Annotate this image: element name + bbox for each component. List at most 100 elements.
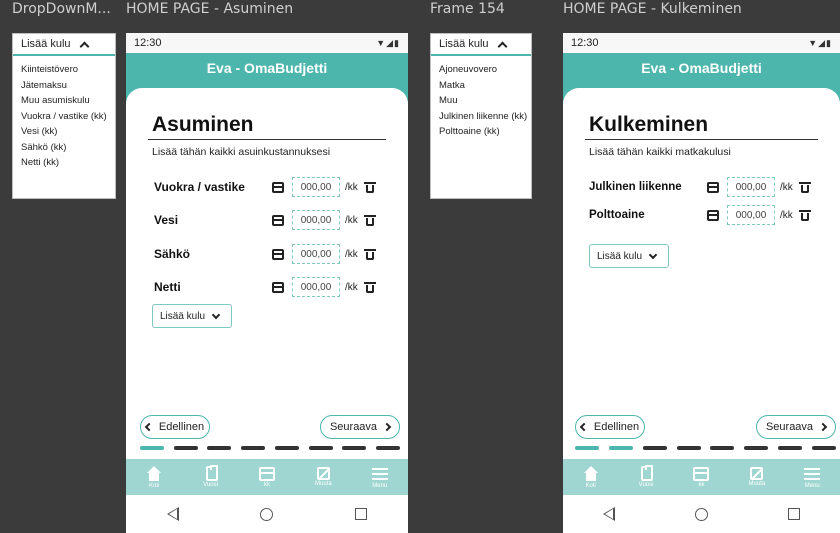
- back-icon[interactable]: [603, 507, 615, 521]
- phone-asuminen: 12:30 ▼◢▮ Eva - OmaBudjetti Asuminen Lis…: [126, 33, 408, 533]
- nav-item-muuta[interactable]: Muuta: [303, 467, 343, 487]
- dropdown-item[interactable]: Kiinteistövero: [21, 62, 115, 78]
- amount-input[interactable]: 000,00: [292, 244, 340, 264]
- page-title: Asuminen: [152, 113, 254, 136]
- trash-icon[interactable]: [798, 209, 811, 221]
- prev-label: Edellinen: [158, 421, 205, 433]
- edit-icon: [750, 467, 764, 480]
- edit-icon: [316, 467, 330, 480]
- nav-item-muuta[interactable]: Muuta: [737, 467, 777, 487]
- calendar-icon[interactable]: [272, 181, 284, 193]
- recents-icon[interactable]: [355, 508, 368, 520]
- app-title: Eva - OmaBudjetti: [563, 53, 840, 89]
- expense-row: Netti 000,00 /kk: [154, 276, 388, 298]
- dropdown-item[interactable]: Sähkö (kk): [21, 140, 115, 156]
- trash-icon[interactable]: [363, 281, 376, 293]
- calendar-icon[interactable]: [707, 181, 719, 193]
- amount-input[interactable]: 000,00: [292, 177, 340, 197]
- next-button[interactable]: Seuraava: [756, 415, 836, 439]
- nav-item-kk[interactable]: kk: [681, 466, 721, 488]
- next-label: Seuraava: [329, 421, 378, 433]
- unit-label: /kk: [345, 181, 358, 193]
- add-expense-button[interactable]: Lisää kulu: [589, 244, 669, 268]
- dropdown-header[interactable]: Lisää kulu: [13, 34, 115, 56]
- unit-label: /kk: [780, 181, 793, 193]
- dropdown-item[interactable]: Netti (kk): [21, 155, 115, 171]
- menu-icon: [371, 466, 388, 482]
- calendar-icon[interactable]: [272, 248, 284, 260]
- nav-item-vuosi[interactable]: Vuosi: [191, 465, 231, 488]
- title-divider: [148, 139, 386, 140]
- chevron-left-icon: [144, 422, 154, 432]
- dropdown-item[interactable]: Vesi (kk): [21, 124, 115, 140]
- nav-label: Menu: [372, 482, 388, 489]
- nav-label: Muuta: [315, 481, 332, 487]
- dropdown-item[interactable]: Muu: [439, 93, 531, 109]
- nav-item-kk[interactable]: kk: [247, 466, 287, 488]
- dropdown-item[interactable]: Julkinen liikenne (kk): [439, 109, 531, 125]
- calendar-icon[interactable]: [272, 281, 284, 293]
- calendar-icon[interactable]: [707, 209, 719, 221]
- chevron-right-icon: [818, 422, 828, 432]
- nav-item-menu[interactable]: Menu: [792, 466, 832, 489]
- system-nav-bar: [563, 495, 840, 533]
- expense-label: Polttoaine: [589, 209, 645, 221]
- next-button[interactable]: Seuraava: [320, 415, 400, 439]
- progress-segment: [274, 446, 299, 450]
- dropdown-item[interactable]: Polttoaine (kk): [439, 124, 531, 140]
- back-icon[interactable]: [166, 507, 179, 521]
- nav-item-menu[interactable]: Menu: [360, 466, 400, 489]
- status-time: 12:30: [134, 37, 162, 49]
- amount-input[interactable]: 000,00: [727, 205, 775, 225]
- expense-row: Vuokra / vastike 000,00 /kk: [154, 176, 388, 198]
- trash-icon[interactable]: [363, 214, 376, 226]
- dropdown-item[interactable]: Vuokra / vastike (kk): [21, 109, 115, 125]
- next-label: Seuraava: [765, 421, 814, 433]
- progress-segment: [342, 446, 367, 450]
- progress-segment: [608, 446, 633, 450]
- dropdown-item[interactable]: Muu asumiskulu: [21, 93, 115, 109]
- home-circle-icon[interactable]: [695, 507, 708, 521]
- nav-label: Koti: [149, 482, 160, 489]
- clipboard-icon: [641, 465, 654, 481]
- nav-item-koti[interactable]: Koti: [134, 465, 174, 489]
- dropdown-item[interactable]: Ajoneuvovero: [439, 62, 531, 78]
- trash-icon[interactable]: [798, 181, 811, 193]
- nav-item-vuosi[interactable]: Vuosi: [626, 465, 666, 488]
- progress-segment: [676, 446, 701, 450]
- dropdown-item[interactable]: Matka: [439, 78, 531, 94]
- prev-button[interactable]: Edellinen: [140, 415, 210, 439]
- nav-label: Menu: [804, 482, 820, 489]
- progress-segment: [575, 446, 599, 450]
- system-nav-bar: [126, 495, 408, 533]
- add-expense-label: Lisää kulu: [597, 250, 643, 262]
- add-expense-button[interactable]: Lisää kulu: [152, 304, 232, 328]
- calendar-icon: [693, 466, 710, 481]
- dropdown-label: Lisää kulu: [439, 38, 489, 50]
- recents-icon[interactable]: [788, 508, 800, 520]
- expense-row: Julkinen liikenne 000,00 /kk: [589, 176, 834, 198]
- amount-input[interactable]: 000,00: [292, 277, 340, 297]
- dropdown-asuminen[interactable]: Lisää kulu Kiinteistövero Jätemaksu Muu …: [12, 33, 116, 199]
- frame-label-dropdown: DropDownM...: [12, 1, 111, 17]
- nav-item-koti[interactable]: Koti: [571, 465, 611, 489]
- calendar-icon[interactable]: [272, 214, 284, 226]
- expense-label: Julkinen liikenne: [589, 181, 682, 193]
- status-bar: 12:30 ▼◢▮: [563, 33, 840, 53]
- trash-icon[interactable]: [363, 248, 376, 260]
- prev-button[interactable]: Edellinen: [575, 415, 645, 439]
- clipboard-icon: [205, 465, 218, 481]
- add-expense-label: Lisää kulu: [160, 310, 206, 322]
- amount-input[interactable]: 000,00: [292, 210, 340, 230]
- dropdown-header[interactable]: Lisää kulu: [431, 34, 531, 56]
- trash-icon[interactable]: [363, 181, 376, 193]
- progress-indicator: [140, 446, 400, 450]
- home-circle-icon[interactable]: [260, 507, 274, 521]
- dropdown-item[interactable]: Jätemaksu: [21, 78, 115, 94]
- dropdown-kulkeminen[interactable]: Lisää kulu Ajoneuvovero Matka Muu Julkin…: [430, 33, 532, 199]
- status-time: 12:30: [571, 37, 599, 49]
- chevron-left-icon: [579, 422, 589, 432]
- bottom-nav: Koti Vuosi kk Muuta Menu: [126, 459, 408, 495]
- frame-label-frame154: Frame 154: [430, 1, 505, 17]
- amount-input[interactable]: 000,00: [727, 177, 775, 197]
